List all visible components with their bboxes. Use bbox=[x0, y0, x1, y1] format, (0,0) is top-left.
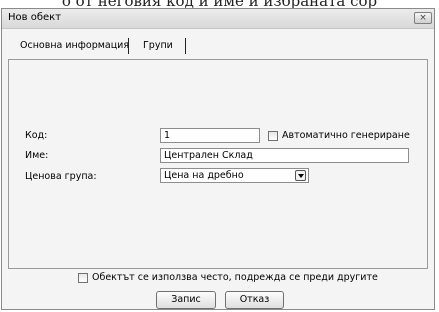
save-button[interactable]: Запис bbox=[156, 291, 216, 309]
tab-separator bbox=[128, 38, 129, 54]
tab-panel bbox=[8, 59, 428, 269]
auto-generate-label: Автоматично генериране bbox=[282, 130, 410, 141]
tab-separator bbox=[185, 38, 186, 54]
name-field[interactable]: Централен Склад bbox=[160, 148, 409, 163]
close-icon: × bbox=[419, 13, 427, 23]
caption-text: о от неговия код и име и избраната сор bbox=[0, 0, 439, 8]
code-field[interactable]: 1 bbox=[160, 128, 260, 143]
price-group-select[interactable]: Цена на дребно bbox=[160, 168, 309, 183]
tab-groups[interactable]: Групи bbox=[143, 40, 173, 51]
code-label: Код: bbox=[25, 130, 48, 141]
chevron-down-icon[interactable] bbox=[295, 170, 306, 181]
window-title: Нов обект bbox=[8, 12, 62, 23]
cancel-button[interactable]: Отказ bbox=[225, 291, 284, 309]
background-caption: о от неговия код и име и избраната сор bbox=[0, 0, 439, 8]
title-bar: Нов обект × bbox=[2, 9, 434, 29]
frequent-use-checkbox[interactable] bbox=[78, 273, 88, 283]
tab-main-info[interactable]: Основна информация bbox=[20, 40, 129, 51]
close-button[interactable]: × bbox=[414, 12, 432, 24]
auto-generate-checkbox[interactable] bbox=[268, 131, 278, 141]
price-group-value: Цена на дребно bbox=[164, 170, 244, 181]
name-label: Име: bbox=[25, 150, 49, 161]
frequent-use-label: Обектът се използва често, подрежда се п… bbox=[92, 272, 378, 283]
new-object-dialog: Нов обект × Основна информация Групи Код… bbox=[1, 8, 435, 310]
price-group-label: Ценова група: bbox=[25, 171, 97, 182]
